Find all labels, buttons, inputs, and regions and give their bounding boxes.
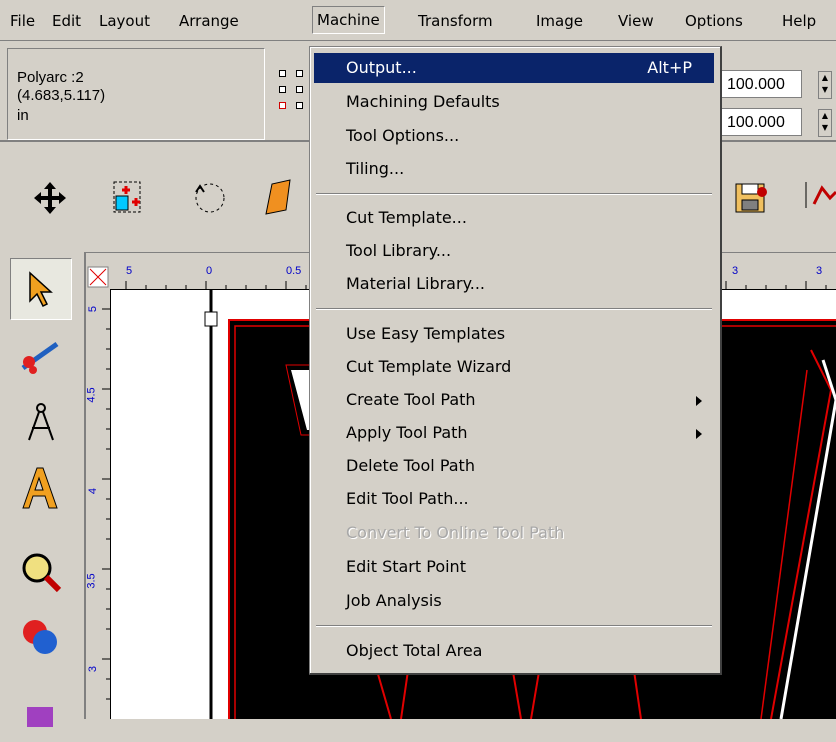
shape-icon[interactable]: [10, 682, 72, 742]
vruler-tick: 5: [87, 305, 100, 313]
text-icon[interactable]: [10, 458, 72, 518]
hruler-tick: 0.5: [286, 265, 302, 277]
node-edit-icon[interactable]: [108, 178, 148, 218]
vruler-tick: 3.5: [85, 573, 98, 589]
width-spinner[interactable]: ▲ ▼: [818, 71, 832, 99]
menu-use-easy-templates[interactable]: Use Easy Templates: [314, 319, 714, 349]
vruler-tick: 4.5: [85, 387, 98, 403]
menu-object-total-area[interactable]: Object Total Area: [314, 636, 714, 666]
move-icon[interactable]: [30, 178, 70, 218]
selection-object-name: Polyarc :2: [17, 69, 84, 86]
menu-transform[interactable]: Transform: [414, 8, 497, 34]
menu-output[interactable]: Output... Alt+P: [314, 53, 714, 83]
menu-help[interactable]: Help: [778, 8, 820, 34]
compass-icon[interactable]: [10, 392, 72, 452]
menu-output-shortcut: Alt+P: [647, 58, 692, 77]
selection-info-panel: Polyarc :2 (4.683,5.117) in: [7, 48, 265, 140]
menu-file[interactable]: File: [6, 8, 39, 34]
select-arrow-icon[interactable]: [10, 258, 72, 320]
save-icon[interactable]: [732, 178, 772, 218]
menu-tool-options[interactable]: Tool Options...: [314, 121, 714, 151]
menu-image[interactable]: Image: [532, 8, 587, 34]
anchor-middle-left[interactable]: [279, 86, 286, 93]
vruler-tick: 3: [87, 665, 100, 673]
anchor-point-selector[interactable]: [276, 70, 306, 120]
knife-icon[interactable]: [10, 326, 72, 386]
anchor-bottom-center[interactable]: [296, 102, 303, 109]
fill-icon[interactable]: [10, 608, 72, 668]
height-percent-field[interactable]: 100.000: [718, 108, 802, 136]
menu-separator: [316, 193, 712, 195]
menu-tiling[interactable]: Tiling...: [314, 154, 714, 184]
menu-convert-to-online-tool-path: Convert To Online Tool Path: [346, 523, 565, 542]
menu-create-tool-path-label: Create Tool Path: [346, 390, 476, 409]
hruler-tick: 3: [732, 265, 739, 277]
menu-separator: [316, 625, 712, 627]
menu-layout[interactable]: Layout: [95, 8, 154, 34]
tools-panel: [0, 252, 86, 727]
skew-icon[interactable]: [258, 178, 298, 218]
menu-machine[interactable]: Machine: [312, 6, 385, 34]
width-percent-field[interactable]: 100.000: [718, 70, 802, 98]
vertical-ruler: 5 4.5 4 3.5 3: [86, 289, 111, 719]
menu-arrange[interactable]: Arrange: [175, 8, 243, 34]
menu-material-library[interactable]: Material Library...: [314, 269, 714, 299]
menu-output-label: Output...: [346, 58, 417, 77]
hruler-tick: 0: [206, 265, 213, 277]
menu-apply-tool-path[interactable]: Apply Tool Path: [314, 418, 714, 448]
menu-job-analysis[interactable]: Job Analysis: [314, 586, 714, 616]
submenu-arrow-icon: [696, 429, 702, 439]
hruler-tick: 5: [126, 265, 133, 277]
menu-cut-template[interactable]: Cut Template...: [314, 203, 714, 233]
menu-view[interactable]: View: [614, 8, 658, 34]
menu-edit-start-point[interactable]: Edit Start Point: [314, 552, 714, 582]
menu-tool-library[interactable]: Tool Library...: [314, 236, 714, 266]
menu-apply-tool-path-label: Apply Tool Path: [346, 423, 468, 442]
output-icon[interactable]: [804, 178, 836, 218]
rotate-icon[interactable]: [190, 178, 230, 218]
menu-separator: [316, 308, 712, 310]
vruler-tick: 4: [87, 487, 100, 495]
selection-position: (4.683,5.117): [17, 87, 106, 104]
menu-create-tool-path[interactable]: Create Tool Path: [314, 385, 714, 415]
menu-edit[interactable]: Edit: [48, 8, 85, 34]
menu-delete-tool-path[interactable]: Delete Tool Path: [314, 451, 714, 481]
hruler-tick: 3: [816, 265, 823, 277]
submenu-arrow-icon: [696, 396, 702, 406]
anchor-top-center[interactable]: [296, 70, 303, 77]
menu-machining-defaults[interactable]: Machining Defaults: [314, 87, 714, 117]
anchor-center[interactable]: [296, 86, 303, 93]
anchor-bottom-left[interactable]: [279, 102, 286, 109]
zoom-icon[interactable]: [10, 542, 72, 602]
menu-edit-tool-path[interactable]: Edit Tool Path...: [314, 484, 714, 514]
machine-menu-dropdown: Output... Alt+P Machining Defaults Tool …: [309, 46, 722, 675]
selection-unit: in: [17, 107, 29, 124]
anchor-top-left[interactable]: [279, 70, 286, 77]
menu-bar: File Edit Layout Arrange Machine Transfo…: [0, 0, 836, 41]
menu-cut-template-wizard[interactable]: Cut Template Wizard: [314, 352, 714, 382]
menu-options[interactable]: Options: [681, 8, 747, 34]
height-spinner[interactable]: ▲ ▼: [818, 109, 832, 137]
